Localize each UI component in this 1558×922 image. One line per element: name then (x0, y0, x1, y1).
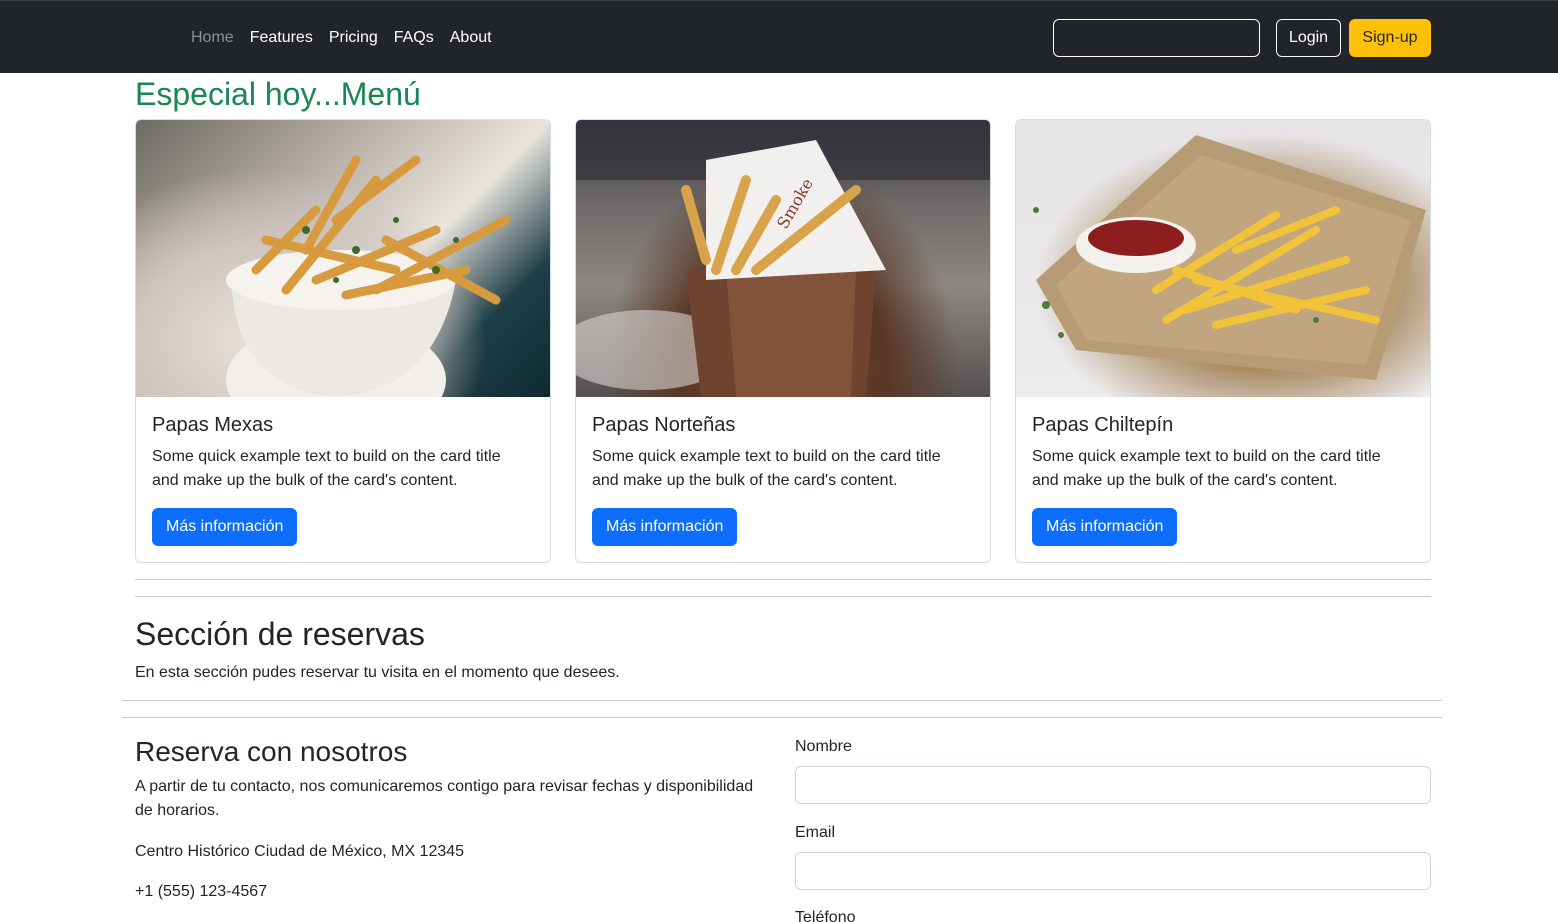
login-button[interactable]: Login (1276, 19, 1341, 57)
search-input[interactable] (1053, 19, 1260, 57)
nav-links: Home Features Pricing FAQs About (191, 27, 508, 49)
nombre-field[interactable] (795, 766, 1431, 804)
reserva-phone: +1 (555) 123-4567 (135, 883, 268, 900)
menu-card-papas-chiltepin: Papas Chiltepín Some quick example text … (1015, 119, 1431, 563)
fries-with-ketchup-image (1016, 120, 1430, 397)
nav-link-faqs[interactable]: FAQs (394, 27, 434, 49)
menu-card-papas-mexas: Papas Mexas Some quick example text to b… (135, 119, 551, 563)
card-title: Papas Norteñas (592, 414, 736, 436)
email-label: Email (795, 824, 836, 841)
nombre-label: Nombre (795, 738, 852, 755)
menu-section-title: Especial hoy...Menú (135, 76, 421, 112)
fries-in-bowl-image (136, 120, 550, 397)
divider (135, 579, 1431, 580)
menu-card-papas-nortenas: Smoke Papas Norteñas Some quick example … (575, 119, 991, 563)
divider (122, 700, 1442, 701)
nav-link-home[interactable]: Home (191, 27, 234, 49)
card-body: Papas Norteñas Some quick example text t… (592, 413, 974, 493)
reserva-address: Centro Histórico Ciudad de México, MX 12… (135, 843, 465, 860)
divider (135, 596, 1431, 597)
reservas-section-text: En esta sección pudes reservar tu visita… (135, 664, 620, 681)
card-title: Papas Chiltepín (1032, 414, 1174, 436)
fries-in-cup-image: Smoke (576, 120, 990, 397)
reserva-title: Reserva con nosotros (135, 736, 408, 767)
card-text: Some quick example text to build on the … (1032, 448, 1381, 489)
mas-informacion-button[interactable]: Más información (1032, 508, 1178, 546)
nav-link-about[interactable]: About (450, 27, 492, 49)
card-text: Some quick example text to build on the … (592, 448, 941, 489)
nav-link-features[interactable]: Features (250, 27, 313, 49)
email-field[interactable] (795, 852, 1431, 890)
mas-informacion-button[interactable]: Más información (152, 508, 298, 546)
card-body: Papas Chiltepín Some quick example text … (1032, 413, 1414, 493)
nav-link-pricing[interactable]: Pricing (329, 27, 378, 49)
top-navbar: Home Features Pricing FAQs About Login S… (0, 0, 1558, 73)
divider (122, 717, 1442, 718)
card-title: Papas Mexas (152, 414, 274, 436)
signup-button[interactable]: Sign-up (1349, 19, 1431, 57)
card-text: Some quick example text to build on the … (152, 448, 501, 489)
telefono-label: Teléfono (795, 909, 856, 922)
reserva-description: A partir de tu contacto, nos comunicarem… (135, 778, 754, 819)
mas-informacion-button[interactable]: Más información (592, 508, 738, 546)
card-body: Papas Mexas Some quick example text to b… (152, 413, 534, 493)
reservas-section-title: Sección de reservas (135, 616, 425, 652)
